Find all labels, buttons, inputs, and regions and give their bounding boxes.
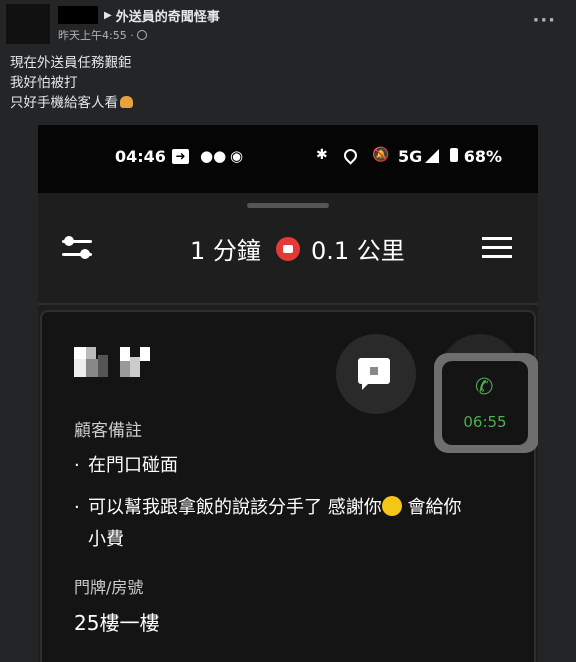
- smile-emoji-icon: [381, 496, 402, 516]
- location-icon: [341, 146, 360, 165]
- network-type: 5G: [398, 147, 423, 166]
- post-header: ▶ 外送員的奇聞怪事 昨天上午4:55 · ···: [0, 0, 576, 50]
- wechat-icon: ●●: [200, 147, 227, 165]
- globe-icon[interactable]: [136, 30, 147, 40]
- order-sheet: 1 分鐘 0.1 公里 顧客備註 · 在門口碰面 · 可以幫我跟拿飯的說該分手了…: [38, 193, 538, 662]
- post-author: ▶ 外送員的奇聞怪事: [58, 5, 220, 25]
- bag-icon: [276, 237, 300, 261]
- eta-text: 1 分鐘: [190, 237, 261, 265]
- drag-handle[interactable]: [247, 203, 329, 208]
- divider: [38, 303, 538, 305]
- avatar-redacted[interactable]: [6, 4, 50, 44]
- chat-button[interactable]: [336, 334, 416, 414]
- poop-emoji-icon: [120, 96, 133, 108]
- call-timer: 06:55: [463, 413, 507, 431]
- chat-bubble-icon: [358, 358, 390, 390]
- delivery-app-screenshot[interactable]: 04:46 ➜ ●● ◉ ✱ 🔕 5G 68% 1 分鐘 0.1 公里 顧客備註…: [38, 125, 538, 662]
- call-inner: ✆ 06:55: [442, 361, 528, 445]
- battery-percent: 68%: [463, 147, 502, 166]
- list-menu-icon[interactable]: [482, 237, 512, 259]
- author-name-redacted[interactable]: [58, 6, 98, 24]
- customer-notes-label: 顧客備註: [74, 421, 142, 441]
- post-line: 只好手機給客人看: [10, 93, 133, 113]
- post-body: 現在外送員任務艱鉅 我好怕被打 只好手機給客人看: [10, 53, 133, 113]
- note-item: · 在門口碰面: [74, 455, 178, 476]
- door-number-value: 25樓一樓: [74, 611, 160, 635]
- group-name-link[interactable]: 外送員的奇聞怪事: [116, 6, 220, 25]
- note-item: · 可以幫我跟拿飯的說該分手了 感謝你 會給你: [74, 496, 462, 518]
- caret-right-icon: ▶: [104, 9, 112, 21]
- bell-muted-icon: 🔕: [372, 147, 390, 163]
- call-timer-overlay[interactable]: ✆ 06:55: [434, 353, 538, 453]
- signal-icon: [425, 149, 439, 163]
- post-line: 我好怕被打: [10, 75, 78, 91]
- navigation-arrow-icon: ➜: [172, 149, 189, 164]
- note-item-continued: 小費: [88, 529, 124, 550]
- bluetooth-icon: ✱: [316, 147, 328, 163]
- battery-icon: [450, 148, 458, 162]
- phone-icon: ✆: [475, 375, 494, 400]
- more-options-button[interactable]: ···: [532, 10, 556, 31]
- distance-text: 0.1 公里: [311, 237, 405, 265]
- post-meta: 昨天上午4:55 ·: [58, 27, 147, 43]
- post-line: 現在外送員任務艱鉅: [10, 55, 132, 71]
- status-bar: 04:46 ➜ ●● ◉ ✱ 🔕 5G 68%: [38, 125, 538, 187]
- door-number-label: 門牌/房號: [74, 578, 144, 597]
- post-timestamp[interactable]: 昨天上午4:55 ·: [58, 27, 134, 43]
- filter-sliders-icon[interactable]: [62, 235, 92, 261]
- app-notification-icon: ◉: [230, 147, 244, 165]
- status-time: 04:46: [115, 147, 166, 166]
